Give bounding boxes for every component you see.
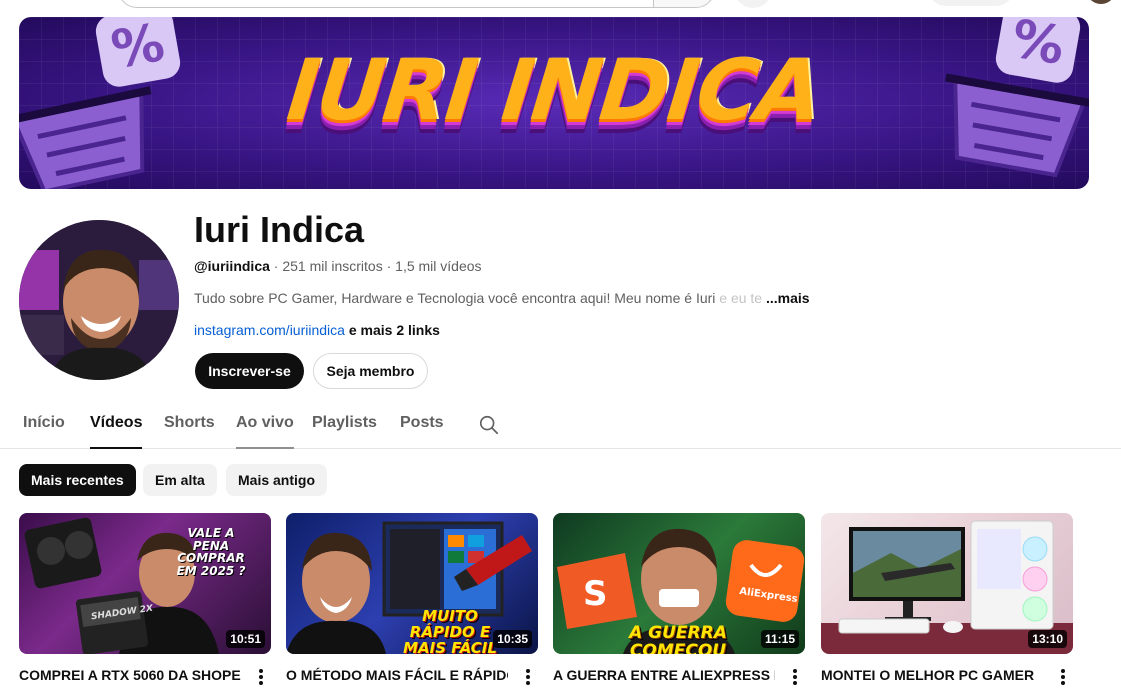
- join-membership-button[interactable]: Seja membro: [313, 353, 428, 389]
- channel-meta: @iuriindica · 251 mil inscritos · 1,5 mi…: [194, 258, 482, 274]
- meta-separator: ·: [269, 258, 283, 274]
- tab-videos[interactable]: Vídeos: [90, 414, 143, 449]
- video-duration: 11:15: [760, 630, 799, 648]
- thumbnail-text: A GUERRA COMEÇOU: [629, 623, 727, 654]
- video-count: 1,5 mil vídeos: [395, 258, 482, 274]
- chip-mais-recentes[interactable]: Mais recentes: [19, 464, 136, 496]
- channel-avatar[interactable]: [19, 220, 179, 380]
- video-duration: 10:35: [493, 630, 532, 648]
- meta-separator: ·: [382, 258, 396, 274]
- tab-ao-vivo[interactable]: Ao vivo: [236, 414, 294, 449]
- tab-shorts[interactable]: Shorts: [164, 414, 215, 449]
- video-duration: 13:10: [1028, 630, 1067, 648]
- search-icon[interactable]: [478, 414, 500, 436]
- instagram-link[interactable]: instagram.com/iuriindica: [194, 322, 345, 338]
- description-text: Tudo sobre PC Gamer, Hardware e Tecnolog…: [194, 290, 716, 306]
- description-more-link[interactable]: ...mais: [766, 290, 810, 306]
- top-search-input[interactable]: [118, 0, 654, 8]
- video-title[interactable]: COMPREI A RTX 5060 DA SHOPEE: [19, 667, 241, 683]
- channel-description[interactable]: Tudo sobre PC Gamer, Hardware e Tecnolog…: [194, 290, 810, 306]
- more-vert-icon[interactable]: [522, 666, 534, 688]
- description-fade-text: e eu te: [715, 290, 763, 306]
- channel-banner: % % IURI INDICA: [19, 17, 1089, 189]
- tab-inicio[interactable]: Início: [23, 414, 65, 449]
- shopee-logo-letter: S: [583, 574, 608, 614]
- subscriber-count: 251 mil inscritos: [282, 258, 383, 274]
- video-thumbnail[interactable]: 13:10: [821, 513, 1073, 654]
- banner-logo-text: IURI INDICA: [282, 41, 826, 139]
- chip-mais-antigo[interactable]: Mais antigo: [226, 464, 328, 496]
- video-thumbnail[interactable]: S AliExpress A GUERRA COMEÇOU 11:15: [553, 513, 805, 654]
- voice-search-button[interactable]: [734, 0, 772, 8]
- top-search-button[interactable]: [653, 0, 715, 8]
- video-title[interactable]: A GUERRA ENTRE ALIEXPRESS E: [553, 667, 775, 683]
- video-card[interactable]: S AliExpress A GUERRA COMEÇOU 11:15 A GU…: [553, 513, 805, 685]
- video-card[interactable]: 13:10 MONTEI O MELHOR PC GAMER: [821, 513, 1073, 685]
- create-button[interactable]: [928, 0, 1014, 6]
- video-thumbnail[interactable]: VALE A PENA COMPRAR EM 2025 ? SHADOW 2X …: [19, 513, 271, 654]
- subscribe-button[interactable]: Inscrever-se: [195, 353, 304, 389]
- more-vert-icon[interactable]: [789, 666, 801, 688]
- account-avatar[interactable]: [1086, 0, 1116, 4]
- video-card[interactable]: VALE A PENA COMPRAR EM 2025 ? SHADOW 2X …: [19, 513, 271, 685]
- thumbnail-text: MUITO RÁPIDO E MAIS FÁCIL: [403, 607, 497, 654]
- channel-links: instagram.com/iuriindica e mais 2 links: [194, 322, 440, 338]
- top-header: [0, 0, 1121, 14]
- video-title[interactable]: MONTEI O MELHOR PC GAMER: [821, 667, 1043, 683]
- thumbnail-text: VALE A PENA COMPRAR EM 2025 ?: [176, 526, 246, 578]
- channel-handle: @iuriindica: [194, 258, 270, 274]
- video-title[interactable]: O MÉTODO MAIS FÁCIL E RÁPIDO: [286, 667, 508, 683]
- channel-tabs: Início Vídeos Shorts Ao vivo Playlists P…: [0, 400, 1121, 449]
- channel-name: Iuri Indica: [194, 209, 365, 250]
- avatar-portrait-image: [19, 220, 179, 380]
- more-links-button[interactable]: e mais 2 links: [345, 322, 440, 338]
- more-vert-icon[interactable]: [1057, 666, 1069, 688]
- video-thumbnail[interactable]: MUITO RÁPIDO E MAIS FÁCIL 10:35: [286, 513, 538, 654]
- tab-playlists[interactable]: Playlists: [312, 414, 377, 449]
- tab-posts[interactable]: Posts: [400, 414, 444, 449]
- video-duration: 10:51: [226, 630, 265, 648]
- more-vert-icon[interactable]: [255, 666, 267, 688]
- video-card[interactable]: MUITO RÁPIDO E MAIS FÁCIL 10:35 O MÉTODO…: [286, 513, 538, 685]
- chip-em-alta[interactable]: Em alta: [143, 464, 217, 496]
